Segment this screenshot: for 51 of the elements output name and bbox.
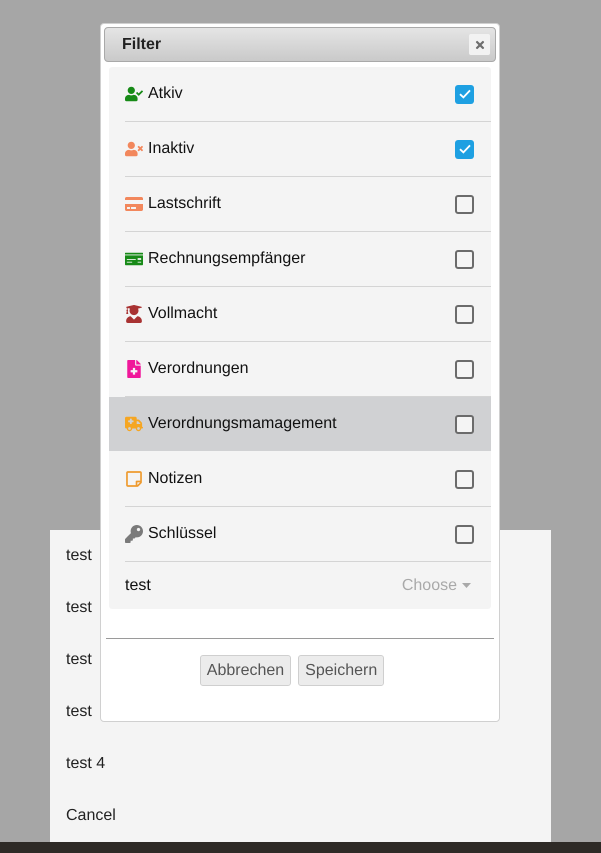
filter-label: Rechnungsempfänger [148, 249, 306, 269]
filter-row[interactable]: Inaktiv [109, 122, 491, 176]
checkbox[interactable] [455, 524, 474, 544]
checkbox[interactable] [455, 304, 474, 324]
filter-row[interactable]: Verordnungen [109, 342, 491, 396]
sheet-item[interactable]: test [66, 596, 92, 620]
checkbox[interactable] [455, 414, 474, 434]
filter-label: Verordnungsmamagement [148, 414, 338, 434]
filter-label: Inaktiv [148, 139, 196, 159]
sheet-item[interactable]: test 4 [66, 752, 106, 776]
sticky-note-icon [125, 470, 143, 488]
user-check-icon [125, 85, 143, 103]
cancel-item[interactable]: Cancel [66, 804, 116, 828]
check-icon [458, 144, 470, 154]
close-button[interactable] [469, 34, 490, 55]
checkbox[interactable] [455, 470, 474, 488]
sheet-item[interactable]: test [66, 544, 92, 568]
filter-label: Notizen [148, 469, 204, 489]
sheet-item[interactable]: test [66, 700, 92, 724]
save-button[interactable]: Speichern [298, 655, 384, 686]
filter-label: Vollmacht [148, 304, 218, 324]
cancel-button[interactable]: Abbrechen [200, 655, 292, 686]
caret-icon [462, 583, 471, 588]
filter-row[interactable]: Notizen [109, 452, 491, 506]
money-check-icon [125, 250, 143, 268]
filter-label: Verordnungen [148, 359, 250, 379]
ambulance-icon [125, 415, 143, 433]
dialog-title: Filter [122, 34, 162, 54]
checkbox[interactable] [455, 140, 474, 158]
filter-row[interactable]: Atkiv [109, 67, 491, 121]
filter-row[interactable]: Lastschrift [109, 177, 491, 231]
filter-row[interactable]: Verordnungsmamagement [109, 397, 491, 451]
filter-row[interactable]: Vollmacht [109, 287, 491, 341]
key-icon [125, 525, 143, 543]
checkbox[interactable] [455, 360, 474, 378]
filter-row[interactable]: Rechnungsempfänger [109, 232, 491, 286]
check-icon [458, 89, 470, 99]
credit-card-icon [125, 195, 143, 213]
medical-file-icon [125, 360, 143, 378]
close-icon [474, 38, 486, 50]
select-label: test [125, 576, 151, 596]
user-x-icon [125, 140, 143, 158]
filter-label: Schlüssel [148, 524, 218, 544]
filter-label: Atkiv [148, 84, 184, 104]
filter-label: Lastschrift [148, 194, 222, 214]
filter-row[interactable]: Schlüssel [109, 507, 491, 561]
sheet-item[interactable]: test [66, 648, 92, 672]
checkbox[interactable] [455, 194, 474, 214]
checkbox[interactable] [455, 84, 474, 104]
graduate-icon [125, 305, 143, 323]
checkbox[interactable] [455, 250, 474, 268]
